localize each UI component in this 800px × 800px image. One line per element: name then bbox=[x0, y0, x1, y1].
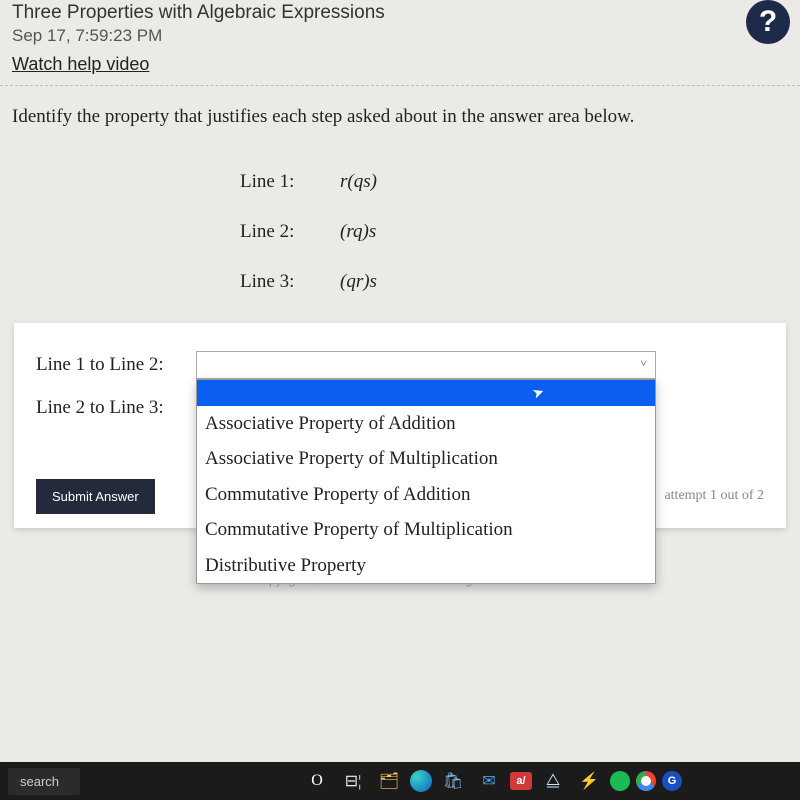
windows-taskbar[interactable]: search O ⊟¦ 🗂 🛍 ✉ a/ ⧋ ⚡ G bbox=[0, 762, 800, 800]
cursor-icon: ➤ bbox=[530, 382, 548, 405]
microsoft-store-icon[interactable]: 🛍 bbox=[438, 766, 468, 796]
cortana-icon[interactable]: O bbox=[302, 766, 332, 796]
spotify-icon[interactable] bbox=[610, 771, 630, 791]
line-2-label: Line 2: bbox=[240, 221, 340, 243]
line-3-expr: (qr)s bbox=[340, 271, 377, 293]
mail-icon[interactable]: ✉ bbox=[474, 766, 504, 796]
page-title: Three Properties with Algebraic Expressi… bbox=[12, 0, 788, 24]
line-3: Line 3: (qr)s bbox=[240, 271, 560, 293]
answer-row-2-label: Line 2 to Line 3: bbox=[36, 397, 196, 419]
file-explorer-icon[interactable]: 🗂 bbox=[374, 766, 404, 796]
edge-icon[interactable] bbox=[410, 770, 432, 792]
answer-row-1: Line 1 to Line 2: bbox=[36, 351, 764, 379]
app-icon[interactable]: G bbox=[662, 771, 682, 791]
line-1: Line 1: r(qs) bbox=[240, 171, 560, 193]
line-1-label: Line 1: bbox=[240, 171, 340, 193]
dropdown-option-assoc-mult[interactable]: Associative Property of Multiplication bbox=[197, 441, 655, 477]
expression-lines: Line 1: r(qs) Line 2: (rq)s Line 3: (qr)… bbox=[240, 171, 560, 293]
line-2-expr: (rq)s bbox=[340, 221, 376, 243]
dropdown-option-assoc-add[interactable]: Associative Property of Addition bbox=[197, 406, 655, 442]
instruction-text: Identify the property that justifies eac… bbox=[0, 104, 800, 131]
answer-row-1-label: Line 1 to Line 2: bbox=[36, 354, 196, 376]
answer-area: Line 1 to Line 2: Line 2 to Line 3: ➤ As… bbox=[14, 323, 786, 528]
watch-help-video-link[interactable]: Watch help video bbox=[12, 54, 149, 75]
dropbox-icon[interactable]: ⧋ bbox=[538, 766, 568, 796]
line1-to-line2-select[interactable] bbox=[196, 351, 656, 379]
dropdown-option-comm-add[interactable]: Commutative Property of Addition bbox=[197, 477, 655, 513]
line-2: Line 2: (rq)s bbox=[240, 221, 560, 243]
header: Three Properties with Algebraic Expressi… bbox=[0, 0, 800, 75]
line-3-label: Line 3: bbox=[240, 271, 340, 293]
property-dropdown[interactable]: ➤ Associative Property of Addition Assoc… bbox=[196, 379, 656, 585]
task-view-icon[interactable]: ⊟¦ bbox=[338, 766, 368, 796]
antivirus-icon[interactable]: a/ bbox=[510, 772, 532, 790]
chrome-icon[interactable] bbox=[636, 771, 656, 791]
help-icon[interactable]: ? bbox=[746, 0, 790, 44]
dropdown-option-comm-mult[interactable]: Commutative Property of Multiplication bbox=[197, 512, 655, 548]
submit-answer-button[interactable]: Submit Answer bbox=[36, 479, 155, 514]
divider bbox=[0, 85, 800, 86]
dropdown-option-blank[interactable]: ➤ bbox=[197, 380, 655, 406]
timestamp: Sep 17, 7:59:23 PM bbox=[12, 26, 788, 46]
attempt-counter: attempt 1 out of 2 bbox=[664, 488, 764, 504]
taskbar-search[interactable]: search bbox=[8, 768, 80, 795]
bolt-icon[interactable]: ⚡ bbox=[574, 766, 604, 796]
dropdown-option-distributive[interactable]: Distributive Property bbox=[197, 548, 655, 584]
line-1-expr: r(qs) bbox=[340, 171, 377, 193]
